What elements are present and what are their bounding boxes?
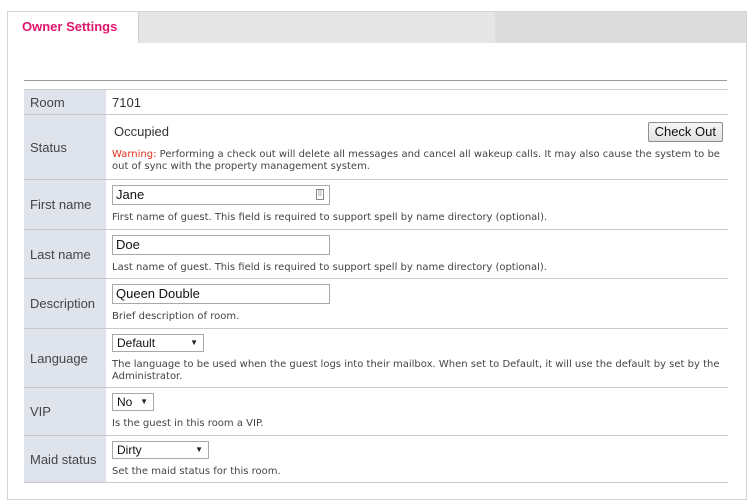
tab-bar-filler bbox=[495, 12, 746, 43]
row-status: Status Occupied Check Out Warning: Perfo… bbox=[24, 114, 728, 180]
row-language: Language Default ▼ The language to be us… bbox=[24, 328, 728, 388]
owner-settings-form: Room 7101 Status Occupied Check Out Warn… bbox=[24, 89, 728, 483]
tab-owner-settings[interactable]: Owner Settings bbox=[8, 12, 139, 43]
section-divider bbox=[24, 80, 727, 81]
description-label: Description bbox=[24, 278, 106, 329]
first-name-help: First name of guest. This field is requi… bbox=[112, 212, 548, 223]
description-help: Brief description of room. bbox=[112, 311, 240, 322]
last-name-help: Last name of guest. This field is requir… bbox=[112, 261, 547, 273]
chevron-down-icon: ▼ bbox=[190, 337, 198, 347]
language-help: The language to be used when the guest l… bbox=[112, 358, 720, 382]
last-name-input[interactable]: Doe bbox=[112, 234, 330, 255]
chevron-down-icon: ▼ bbox=[195, 444, 203, 454]
row-room: Room 7101 bbox=[24, 89, 728, 115]
check-out-button[interactable]: Check Out bbox=[647, 121, 723, 142]
status-warning: Warning: Performing a check out will del… bbox=[112, 149, 723, 173]
room-number: 7101 bbox=[112, 94, 141, 110]
warning-prefix: Warning: bbox=[112, 148, 157, 160]
status-value: Occupied bbox=[114, 124, 169, 139]
vip-label: VIP bbox=[24, 387, 106, 436]
row-maid-status: Maid status Dirty ▼ Set the maid status … bbox=[24, 435, 728, 483]
tab-bar: Owner Settings bbox=[8, 12, 746, 43]
room-label: Room bbox=[24, 89, 106, 115]
row-vip: VIP No ▼ Is the guest in this room a VIP… bbox=[24, 387, 728, 436]
row-description: Description Queen Double Brief descripti… bbox=[24, 278, 728, 329]
maid-status-help: Set the maid status for this room. bbox=[112, 465, 281, 477]
first-name-label: First name bbox=[24, 179, 106, 230]
maid-status-label: Maid status bbox=[24, 435, 106, 483]
language-select[interactable]: Default ▼ bbox=[112, 333, 204, 352]
status-label: Status bbox=[24, 114, 106, 180]
maid-status-select[interactable]: Dirty ▼ bbox=[112, 440, 209, 459]
settings-panel: Owner Settings Room 7101 Status Occupied… bbox=[7, 11, 747, 500]
warning-text: Performing a check out will delete all m… bbox=[112, 148, 720, 172]
keyboard-icon[interactable]: ⠿ bbox=[316, 189, 324, 200]
last-name-label: Last name bbox=[24, 229, 106, 279]
row-first-name: First name Jane ⠿ First name of guest. T… bbox=[24, 179, 728, 230]
first-name-input[interactable]: Jane ⠿ bbox=[112, 185, 330, 205]
vip-select[interactable]: No ▼ bbox=[112, 393, 154, 411]
vip-help: Is the guest in this room a VIP. bbox=[112, 418, 264, 429]
row-last-name: Last name Doe Last name of guest. This f… bbox=[24, 229, 728, 279]
language-label: Language bbox=[24, 328, 106, 388]
description-input[interactable]: Queen Double bbox=[112, 284, 330, 304]
chevron-down-icon: ▼ bbox=[140, 397, 148, 406]
